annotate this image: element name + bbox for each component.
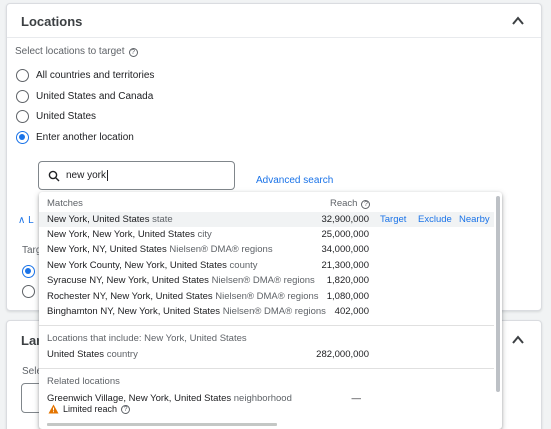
matches-header: Matches [47,198,83,209]
chevron-up-icon[interactable] [511,333,525,347]
header-divider [7,37,541,38]
locations-title: Locations [21,14,83,29]
help-icon[interactable]: ? [128,48,138,57]
dropdown-scrollbar[interactable] [496,196,500,392]
radio-button[interactable] [22,285,35,298]
section-divider [39,368,494,369]
nearby-button[interactable]: Nearby [459,214,490,225]
collapse-section-label[interactable]: ∧ L [18,215,34,226]
includes-row[interactable]: United States country 282,000,000 [39,347,494,362]
select-locations-label: Select locations to target? [15,46,138,57]
radio-button[interactable] [16,110,29,123]
section-divider [39,325,494,326]
radio-button[interactable] [16,90,29,103]
match-row[interactable]: Syracuse NY, New York, United States Nie… [39,273,494,288]
location-suggestions-dropdown: Matches Reach? New York, United States s… [39,192,502,429]
match-row[interactable]: New York, NY, United States Nielsen® DMA… [39,242,494,257]
help-icon[interactable]: ? [121,404,131,414]
match-row[interactable]: Binghamton NY, New York, United States N… [39,304,494,319]
related-header: Related locations [47,376,120,387]
help-icon[interactable]: ? [361,200,371,209]
exclude-button[interactable]: Exclude [418,214,452,225]
match-row[interactable]: Rochester NY, New York, United States Ni… [39,289,494,304]
search-value: new york [66,170,107,181]
target-button[interactable]: Target [380,214,406,225]
chevron-up-icon[interactable] [511,14,525,28]
search-icon [48,170,60,181]
radio-united-states[interactable]: United States [16,110,96,123]
warning-icon [48,404,59,414]
location-search-input[interactable]: new york [38,161,235,190]
radio-all-countries[interactable]: All countries and territories [16,69,154,82]
reach-header: Reach? [330,198,371,209]
radio-button[interactable] [16,69,29,82]
match-row[interactable]: New York, New York, United States city 25… [39,227,494,242]
match-row[interactable]: New York County, New York, United States… [39,258,494,273]
cut-off-row [47,420,377,426]
includes-header: Locations that include: New York, United… [47,333,247,344]
radio-button-selected[interactable] [22,265,35,278]
match-row[interactable]: New York, United States state 32,900,000… [39,212,494,227]
radio-us-canada[interactable]: United States and Canada [16,90,153,103]
text-cursor [107,170,109,181]
advanced-search-link[interactable]: Advanced search [256,175,333,186]
radio-button-selected[interactable] [16,131,29,144]
radio-another-location[interactable]: Enter another location [16,131,134,144]
limited-reach-warning: Limited reach? [48,404,131,414]
